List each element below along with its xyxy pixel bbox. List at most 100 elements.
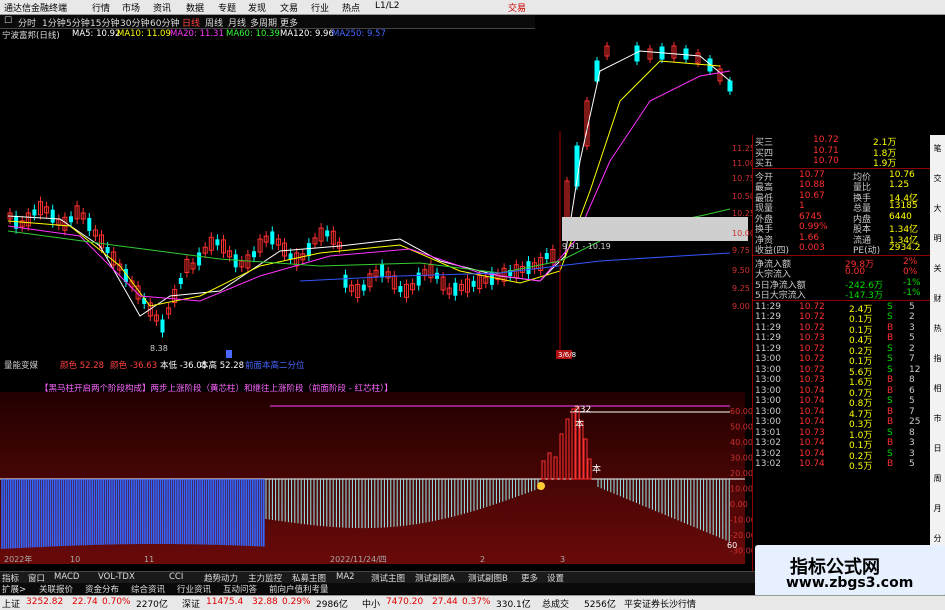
index-pct: 0.70% [102, 597, 131, 607]
candle-body [683, 48, 689, 60]
trade-menu[interactable]: 交易 [508, 1, 526, 14]
bid-row-cell: 10.70 [813, 156, 839, 166]
link-tab[interactable]: 关联报价 [39, 583, 73, 595]
menu-item[interactable]: 热点 [342, 1, 360, 14]
tick-row-cell: 10.73 [799, 333, 825, 343]
tick-row-cell: S [887, 364, 893, 375]
candlestick-chart[interactable]: 9.91 - 10.19 8.38 3/6/8 11.2511.0010.751… [0, 41, 760, 359]
indicator-tab[interactable]: MA2 [336, 572, 355, 582]
date-tick: 2022/11/24/四 [330, 555, 387, 564]
sidebar-tab[interactable]: 交 [932, 173, 943, 184]
sidebar-tab[interactable]: 指 [932, 353, 943, 364]
period-button[interactable]: 1分钟 [42, 16, 66, 29]
price-tick: 9.75 [732, 246, 750, 255]
sidebar-tab[interactable]: 关 [932, 263, 943, 274]
tick-row-cell: 10.74 [799, 459, 825, 469]
stat-row-cell: 10.76 [889, 169, 915, 180]
period-button[interactable]: 60分钟 [150, 16, 179, 29]
date-tick: 2022年 [4, 554, 32, 564]
tick-row-cell: S [887, 301, 893, 312]
sidebar-tab[interactable]: 明 [932, 233, 943, 244]
tick-row-cell: 13:02 [755, 448, 781, 459]
indicator-tab[interactable]: VOL-TDX [98, 572, 135, 582]
indicator-tab[interactable]: MACD [54, 572, 79, 582]
date-tick: 11 [144, 555, 154, 564]
total-value: 5256亿 [584, 600, 616, 610]
link-tab[interactable]: 互动问答 [223, 583, 257, 595]
sidebar-tab[interactable]: 市 [932, 413, 943, 424]
indicator-tab[interactable]: CCI [169, 572, 183, 582]
tick-row-cell: 13:01 [755, 427, 781, 438]
tick-row-cell: S [887, 312, 893, 322]
sidebar-tab[interactable]: 相 [932, 383, 943, 394]
date-tick: 10 [70, 555, 80, 564]
sidebar-tab[interactable]: 日 [932, 443, 943, 454]
flow-row-cell: -1% [903, 277, 921, 288]
menu-item[interactable]: 行情 [92, 1, 110, 14]
candle-body-down [544, 253, 549, 259]
menu-item[interactable]: L1/L2 [375, 1, 400, 11]
sidebar-tab[interactable]: 月 [932, 503, 943, 514]
tick-row-cell: S [887, 354, 893, 364]
ma-label: MA250: 9.57 [332, 29, 386, 39]
period-button[interactable]: 15分钟 [90, 16, 119, 29]
link-tab[interactable]: 扩展> [2, 583, 26, 595]
period-button[interactable]: 周线 [205, 16, 223, 29]
stat-row: 今开 10.77 均价 10.76 [753, 169, 931, 183]
indicator-chart[interactable]: 232 本 本 60.00 50.00 40.00 30.00 20.00 10.00 0.… [0, 372, 760, 564]
link-tab[interactable]: 行业资讯 [177, 583, 211, 595]
sidebar-tab[interactable]: 周 [932, 473, 943, 484]
link-tab[interactable]: 资金分布 [85, 583, 119, 595]
bid-row: 买三 10.72 2.1万 [753, 135, 931, 148]
link-tab[interactable]: 综合资讯 [131, 583, 165, 595]
period-button[interactable]: 月线 [228, 16, 246, 29]
tick-row-cell: 13:00 [755, 396, 781, 406]
more-button[interactable]: 更多 [280, 16, 298, 29]
ma-label: MA120: 9.96 [280, 29, 334, 39]
tick-row-cell: B [887, 406, 894, 417]
menu-item[interactable]: 市场 [122, 1, 140, 14]
sidebar-tab[interactable]: 大 [932, 203, 943, 214]
tick-row-cell: 8 [909, 427, 915, 438]
tick-row-cell: S [887, 343, 893, 354]
indicator-tick: 40.00 [730, 438, 753, 447]
period-button[interactable]: 30分钟 [120, 16, 149, 29]
tick-row-cell: 10.74 [799, 406, 825, 417]
tick-row: 13:00 10.74 0.7万 B 6 [753, 385, 931, 399]
period-button[interactable]: 5分钟 [66, 16, 90, 29]
candle-body-down [453, 282, 458, 296]
settings-icon[interactable]: ☐ [4, 16, 12, 26]
link-tab[interactable]: 前向户值利考量 [269, 583, 329, 595]
index-name: 中小 [362, 600, 381, 610]
tick-row-cell: 10.74 [799, 417, 825, 427]
tick-row-cell: 11:29 [755, 333, 781, 343]
sidebar-tab[interactable]: 财 [932, 293, 943, 304]
menu-item[interactable]: 文易 [280, 1, 298, 14]
menu-item[interactable]: 专题 [218, 1, 236, 14]
divider [753, 299, 931, 301]
index-name: 深证 [182, 600, 201, 610]
index-amount: 330.1亿 [496, 600, 531, 610]
menu-item[interactable]: 行业 [311, 1, 329, 14]
sidebar-tab[interactable]: 分 [932, 533, 943, 544]
tick-row-cell: 0.5万 [849, 462, 873, 472]
tick-row-cell: 3 [909, 322, 915, 333]
tick-row-cell: 13:00 [755, 417, 781, 427]
sidebar-tab[interactable]: 热 [932, 323, 943, 334]
tick-row-cell: 6 [909, 385, 915, 396]
index-value: 3252.82 [26, 597, 64, 607]
period-button-active[interactable]: 日线 [182, 16, 200, 29]
stat-row: 最高 10.88 量比 1.25 [753, 180, 931, 193]
tick-row: 13:02 10.74 0.1万 B 3 [753, 438, 931, 451]
period-button[interactable]: 多周期 [250, 16, 277, 29]
sidebar-tab[interactable]: 笔 [932, 143, 943, 154]
index-value: 7470.20 [386, 597, 424, 607]
menu-item[interactable]: 发现 [248, 1, 266, 14]
tick-row-cell: 11:29 [755, 301, 781, 312]
tick-row-cell: 13:02 [755, 459, 781, 469]
period-button[interactable]: 分时 [18, 16, 36, 29]
indicator-name[interactable]: 量能变媒 [4, 359, 38, 371]
tick-row-cell: 3 [909, 438, 915, 448]
menu-item[interactable]: 资讯 [153, 1, 171, 14]
menu-item[interactable]: 数据 [186, 1, 204, 14]
